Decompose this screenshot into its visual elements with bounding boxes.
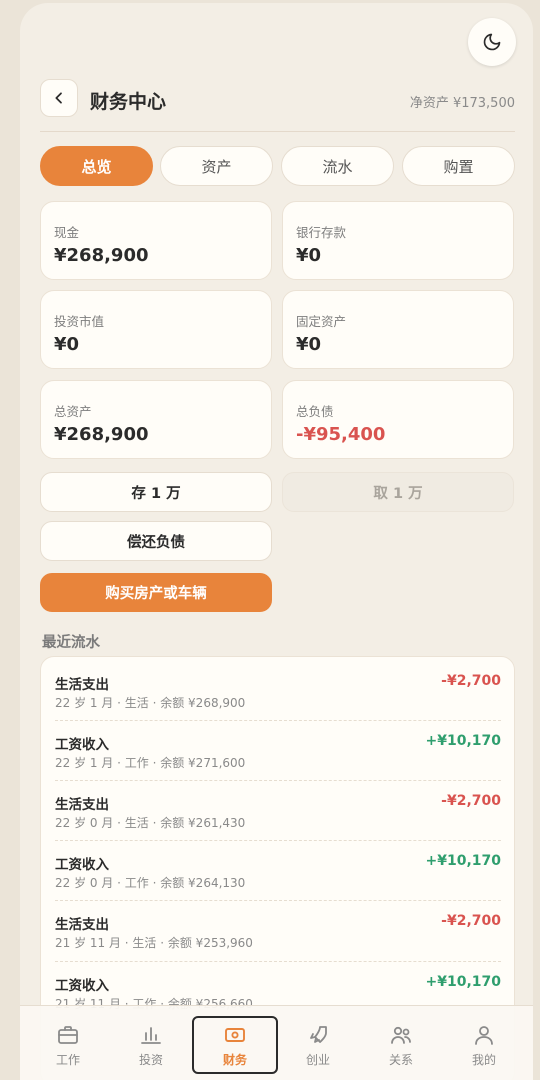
transaction-title: 工资收入 xyxy=(55,857,109,873)
transaction-amount: +¥10,170 xyxy=(425,733,502,749)
header-divider xyxy=(40,131,515,132)
transaction-meta: 22 岁 0 月 · 生活 · 余额 ¥261,430 xyxy=(55,816,246,830)
stat-value: ¥268,900 xyxy=(54,424,149,445)
tab-overview[interactable]: 总览 xyxy=(40,146,153,186)
nav-label: 创业 xyxy=(305,1052,330,1067)
tab-purchase[interactable]: 购置 xyxy=(402,146,515,186)
back-button[interactable] xyxy=(40,79,78,117)
tab-assets[interactable]: 资产 xyxy=(160,146,273,186)
transaction-amount: -¥2,700 xyxy=(441,673,501,689)
stat-label: 总资产 xyxy=(54,404,92,419)
stat-value: ¥0 xyxy=(296,334,322,355)
theme-toggle-button[interactable] xyxy=(468,18,516,66)
stat-value: -¥95,400 xyxy=(296,424,386,445)
transaction-meta: 21 岁 11 月 · 生活 · 余额 ¥253,960 xyxy=(55,936,253,950)
stat-value: ¥268,900 xyxy=(54,245,149,266)
stat-value: ¥0 xyxy=(54,334,80,355)
bank-deposit-card: 银行存款 ¥0 xyxy=(282,201,514,280)
list-item[interactable]: 生活支出 21 岁 11 月 · 生活 · 余额 ¥253,960 -¥2,70… xyxy=(55,897,501,957)
nav-label: 投资 xyxy=(138,1052,163,1067)
cash-card: 现金 ¥268,900 xyxy=(40,201,272,280)
nav-work[interactable]: 工作 xyxy=(28,1016,108,1074)
nav-label: 关系 xyxy=(388,1052,413,1067)
stat-label: 现金 xyxy=(54,225,80,240)
nav-startup[interactable]: 创业 xyxy=(278,1016,358,1074)
list-item[interactable]: 生活支出 22 岁 0 月 · 生活 · 余额 ¥261,430 -¥2,700 xyxy=(55,777,501,837)
tab-bar: 总览 资产 流水 购置 xyxy=(40,146,515,186)
transaction-meta: 22 岁 1 月 · 生活 · 余额 ¥268,900 xyxy=(55,696,246,710)
transaction-amount: +¥10,170 xyxy=(425,853,502,869)
page-title: 财务中心 xyxy=(90,91,167,113)
withdraw-button[interactable]: 取 1 万 xyxy=(282,472,514,512)
repay-debt-button[interactable]: 偿还负债 xyxy=(40,521,272,561)
transaction-meta: 22 岁 1 月 · 工作 · 余额 ¥271,600 xyxy=(55,756,246,770)
stat-label: 固定资产 xyxy=(296,314,347,329)
transaction-title: 生活支出 xyxy=(55,917,109,933)
transaction-title: 工资收入 xyxy=(55,737,109,753)
chevron-left-icon xyxy=(55,92,62,104)
transaction-meta: 22 岁 0 月 · 工作 · 余额 ¥264,130 xyxy=(55,876,246,890)
transaction-title: 工资收入 xyxy=(55,978,109,994)
bottom-nav: 工作 投资 财务 创业 关系 我的 xyxy=(20,1005,533,1080)
stat-label: 银行存款 xyxy=(296,225,347,240)
person-icon xyxy=(475,1025,493,1045)
people-icon xyxy=(391,1026,411,1044)
tab-transactions[interactable]: 流水 xyxy=(281,146,394,186)
nav-profile[interactable]: 我的 xyxy=(444,1016,524,1074)
transaction-title: 生活支出 xyxy=(55,677,109,693)
transaction-amount: -¥2,700 xyxy=(441,913,501,929)
stat-label: 投资市值 xyxy=(54,314,105,329)
chart-icon xyxy=(141,1026,161,1044)
moon-icon xyxy=(483,33,501,51)
app-screen: 财务中心 净资产 ¥173,500 总览 资产 流水 购置 现金 ¥268,90… xyxy=(20,3,533,1080)
nav-finance[interactable]: 财务 xyxy=(192,1016,278,1074)
nav-label: 我的 xyxy=(471,1052,496,1067)
buy-property-button[interactable]: 购买房产或车辆 xyxy=(40,573,272,612)
total-assets-card: 总资产 ¥268,900 xyxy=(40,380,272,459)
transaction-amount: -¥2,700 xyxy=(441,793,501,809)
investment-card: 投资市值 ¥0 xyxy=(40,290,272,369)
page-header: 财务中心 净资产 ¥173,500 xyxy=(40,79,515,119)
recent-transactions-title: 最近流水 xyxy=(42,635,100,651)
transaction-title: 生活支出 xyxy=(55,797,109,813)
fixed-assets-card: 固定资产 ¥0 xyxy=(282,290,514,369)
deposit-button[interactable]: 存 1 万 xyxy=(40,472,272,512)
transaction-amount: +¥10,170 xyxy=(425,974,502,990)
nav-label: 工作 xyxy=(55,1052,80,1067)
list-item[interactable]: 工资收入 22 岁 0 月 · 工作 · 余额 ¥264,130 +¥10,17… xyxy=(55,837,501,897)
nav-invest[interactable]: 投资 xyxy=(111,1016,191,1074)
rocket-icon xyxy=(310,1025,327,1043)
wallet-icon xyxy=(225,1027,245,1042)
list-item[interactable]: 生活支出 22 岁 1 月 · 生活 · 余额 ¥268,900 -¥2,700 xyxy=(55,657,501,717)
stat-label: 总负债 xyxy=(296,404,334,419)
nav-relations[interactable]: 关系 xyxy=(361,1016,441,1074)
total-debt-card: 总负债 -¥95,400 xyxy=(282,380,514,459)
stat-value: ¥0 xyxy=(296,245,322,266)
nav-label: 财务 xyxy=(222,1052,247,1067)
list-item[interactable]: 工资收入 22 岁 1 月 · 工作 · 余额 ¥271,600 +¥10,17… xyxy=(55,717,501,777)
net-assets-label: 净资产 ¥173,500 xyxy=(409,96,515,111)
briefcase-icon xyxy=(58,1025,78,1044)
